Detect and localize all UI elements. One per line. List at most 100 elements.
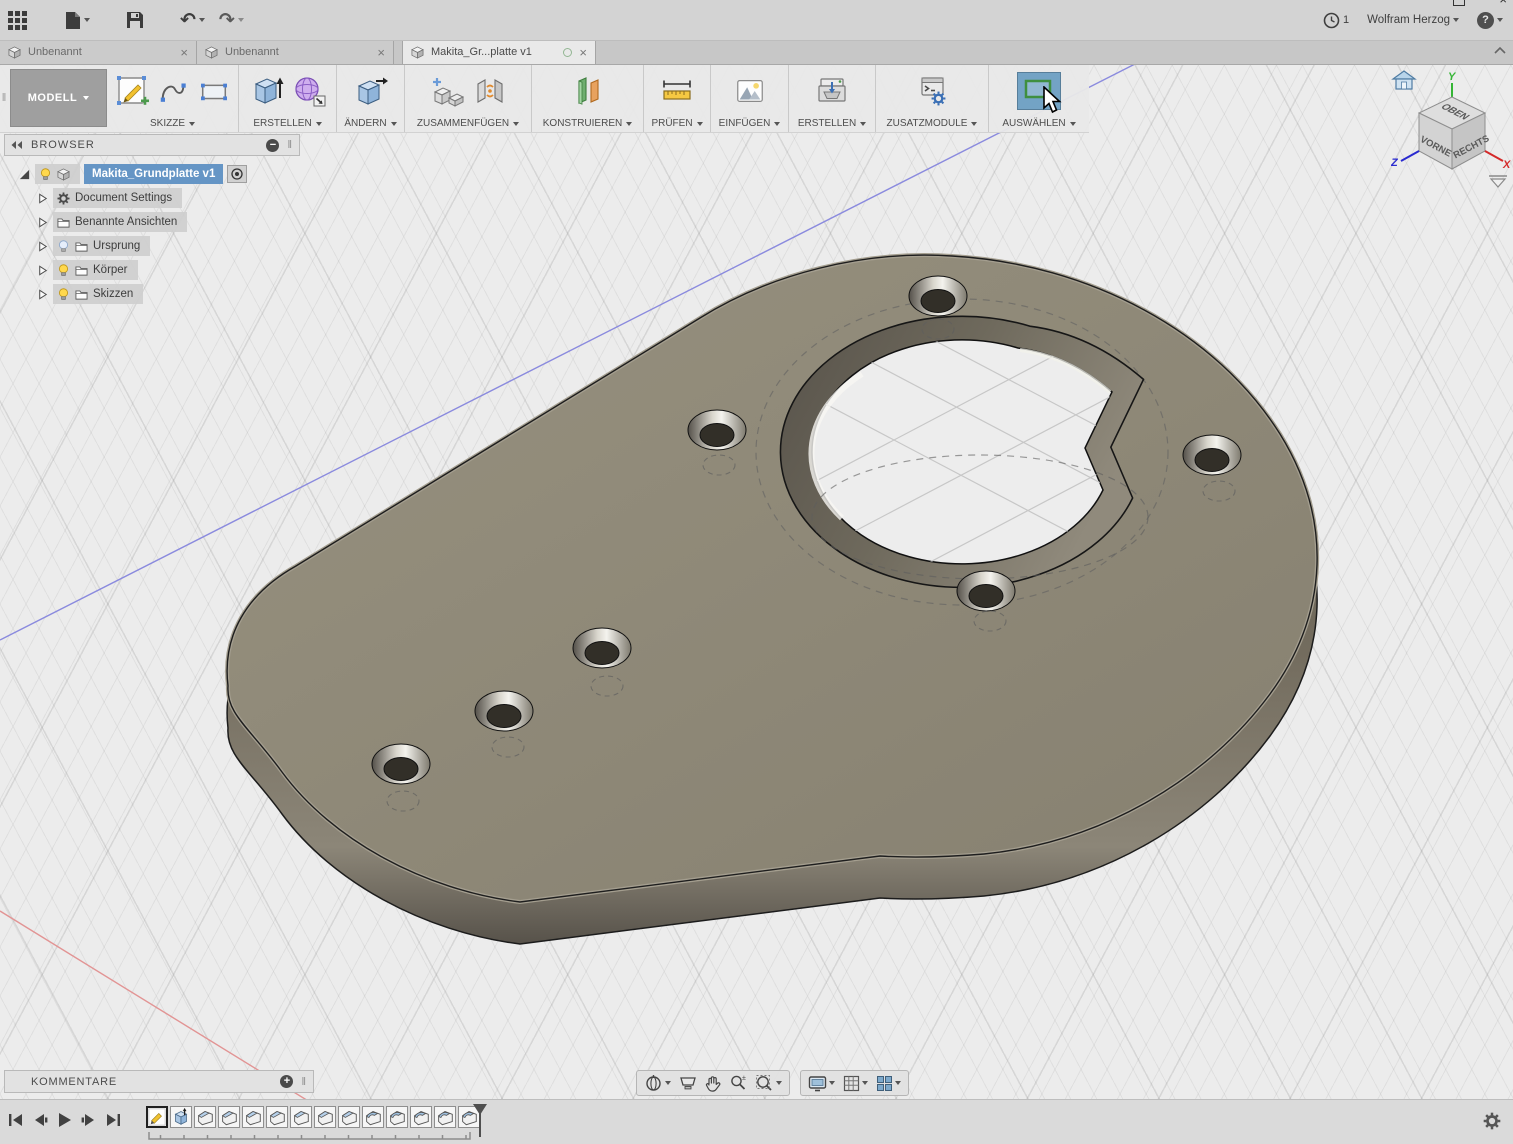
timeline-feature-extrude[interactable]: [170, 1106, 192, 1128]
activate-component-radio[interactable]: [227, 165, 247, 183]
help-button[interactable]: ?: [1477, 12, 1503, 29]
group-label[interactable]: ZUSAMMENFÜGEN: [417, 118, 509, 129]
tree-item-sketches[interactable]: Skizzen: [36, 284, 300, 304]
file-menu-button[interactable]: [65, 11, 90, 30]
collapse-ribbon-chevron-icon[interactable]: [1493, 45, 1507, 55]
step-forward-button[interactable]: [81, 1113, 96, 1127]
document-tab-2[interactable]: Unbenannt ×: [197, 40, 394, 64]
toolbar-drag-handle[interactable]: ‖: [0, 64, 8, 132]
timeline-feature-sketch[interactable]: [146, 1106, 168, 1128]
browser-header[interactable]: BROWSER − ‖: [4, 134, 300, 156]
timeline-feature-chamfer-3[interactable]: [242, 1106, 264, 1128]
group-label[interactable]: PRÜFEN: [651, 118, 692, 129]
tab-close-icon[interactable]: ×: [377, 46, 385, 59]
expander-closed-icon[interactable]: [36, 192, 49, 205]
window-restore-icon[interactable]: [1453, 0, 1465, 6]
timeline-feature-fillet-1[interactable]: [362, 1106, 384, 1128]
joint-button[interactable]: [473, 74, 507, 108]
visibility-bulb-off-icon[interactable]: [57, 240, 70, 253]
timeline-feature-chamfer-1[interactable]: [194, 1106, 216, 1128]
viewcube[interactable]: Y OBEN VORNE RECHTS Z X: [1391, 66, 1513, 192]
group-label[interactable]: ERSTELLEN: [253, 118, 311, 129]
tab-close-icon[interactable]: ×: [579, 46, 587, 59]
create-sketch-button[interactable]: [115, 74, 149, 108]
go-to-start-button[interactable]: [8, 1113, 24, 1127]
expander-closed-icon[interactable]: [36, 264, 49, 277]
measure-button[interactable]: [659, 75, 695, 107]
tree-item-bodies[interactable]: Körper: [36, 260, 300, 280]
3d-viewport[interactable]: Y OBEN VORNE RECHTS Z X BROWSER − ‖: [0, 64, 1513, 1144]
insert-image-button[interactable]: [733, 75, 767, 107]
group-label[interactable]: ÄNDERN: [344, 118, 386, 129]
timeline-feature-chamfer-4[interactable]: [266, 1106, 288, 1128]
timeline-feature-fillet-2[interactable]: [386, 1106, 408, 1128]
group-label[interactable]: ZUSATZMODULE: [887, 118, 968, 129]
visibility-bulb-icon[interactable]: [57, 288, 70, 301]
group-label[interactable]: ERSTELLEN: [798, 118, 856, 129]
group-label[interactable]: SKIZZE: [150, 118, 185, 129]
viewcube-menu-icon[interactable]: [1489, 176, 1507, 187]
tree-item-named-views[interactable]: Benannte Ansichten: [36, 212, 300, 232]
expander-open-icon[interactable]: [18, 168, 31, 181]
expander-closed-icon[interactable]: [36, 216, 49, 229]
save-button[interactable]: [126, 11, 144, 29]
visibility-bulb-icon[interactable]: [57, 264, 70, 277]
comments-panel[interactable]: KOMMENTARE + ‖: [4, 1070, 314, 1093]
3d-print-button[interactable]: [815, 74, 849, 108]
timeline-feature-fillet-4[interactable]: [434, 1106, 456, 1128]
panel-drag-handle[interactable]: ‖: [301, 1076, 307, 1088]
scripts-addins-button[interactable]: [915, 74, 949, 108]
viewports-button[interactable]: [873, 1071, 904, 1095]
step-back-button[interactable]: [33, 1113, 48, 1127]
group-label[interactable]: KONSTRUIEREN: [543, 118, 622, 129]
app-menu-button[interactable]: [8, 11, 27, 30]
timeline-feature-chamfer-5[interactable]: [290, 1106, 312, 1128]
timeline-feature-fillet-3[interactable]: [410, 1106, 432, 1128]
redo-button[interactable]: ↷: [219, 11, 244, 30]
collapse-circle-icon[interactable]: −: [266, 139, 279, 152]
group-label[interactable]: AUSWÄHLEN: [1002, 118, 1065, 129]
grid-settings-button[interactable]: [840, 1071, 871, 1095]
workspace-selector[interactable]: MODELL: [10, 69, 107, 127]
base-plate-model[interactable]: [227, 255, 1317, 944]
job-status-button[interactable]: 1: [1323, 12, 1349, 29]
viewcube-home-icon[interactable]: [1393, 71, 1415, 89]
root-component-label[interactable]: Makita_Grundplatte v1: [84, 164, 223, 184]
timeline-feature-chamfer-2[interactable]: [218, 1106, 240, 1128]
undo-button[interactable]: ↶: [180, 11, 205, 30]
tab-close-icon[interactable]: ×: [180, 46, 188, 59]
expander-closed-icon[interactable]: [36, 288, 49, 301]
panel-drag-handle[interactable]: ‖: [287, 139, 293, 151]
display-settings-button[interactable]: [805, 1071, 838, 1095]
expander-closed-icon[interactable]: [36, 240, 49, 253]
timeline-position-marker[interactable]: [471, 1104, 489, 1140]
tree-root-row[interactable]: Makita_Grundplatte v1: [18, 164, 300, 184]
spline-button[interactable]: [157, 75, 189, 107]
new-component-button[interactable]: [429, 74, 465, 108]
rectangle-button[interactable]: [197, 75, 231, 107]
document-tab-1[interactable]: Unbenannt ×: [0, 40, 197, 64]
expand-circle-icon[interactable]: +: [280, 1075, 293, 1088]
group-label[interactable]: EINFÜGEN: [719, 118, 771, 129]
fit-button[interactable]: [752, 1071, 785, 1095]
user-account-button[interactable]: Wolfram Herzog: [1367, 14, 1459, 26]
timeline-feature-chamfer-6[interactable]: [314, 1106, 336, 1128]
tree-item-document-settings[interactable]: Document Settings: [36, 188, 300, 208]
pan-button[interactable]: [702, 1071, 724, 1095]
construction-plane-button[interactable]: [571, 74, 605, 108]
create-form-button[interactable]: [292, 74, 326, 108]
collapse-left-icon[interactable]: [11, 140, 23, 150]
timeline-settings-button[interactable]: [1483, 1112, 1501, 1135]
press-pull-button[interactable]: [354, 74, 388, 108]
orbit-button[interactable]: [641, 1071, 674, 1095]
document-tab-active[interactable]: Makita_Gr...platte v1 ×: [402, 40, 596, 64]
window-close-icon[interactable]: ×: [1499, 0, 1507, 6]
visibility-bulb-icon[interactable]: [39, 168, 52, 181]
timeline-feature-chamfer-7[interactable]: [338, 1106, 360, 1128]
tree-item-origin[interactable]: Ursprung: [36, 236, 300, 256]
go-to-end-button[interactable]: [105, 1113, 121, 1127]
play-button[interactable]: [57, 1112, 72, 1128]
look-at-button[interactable]: [676, 1071, 700, 1095]
zoom-button[interactable]: ±: [726, 1071, 750, 1095]
extrude-button[interactable]: [250, 74, 284, 108]
